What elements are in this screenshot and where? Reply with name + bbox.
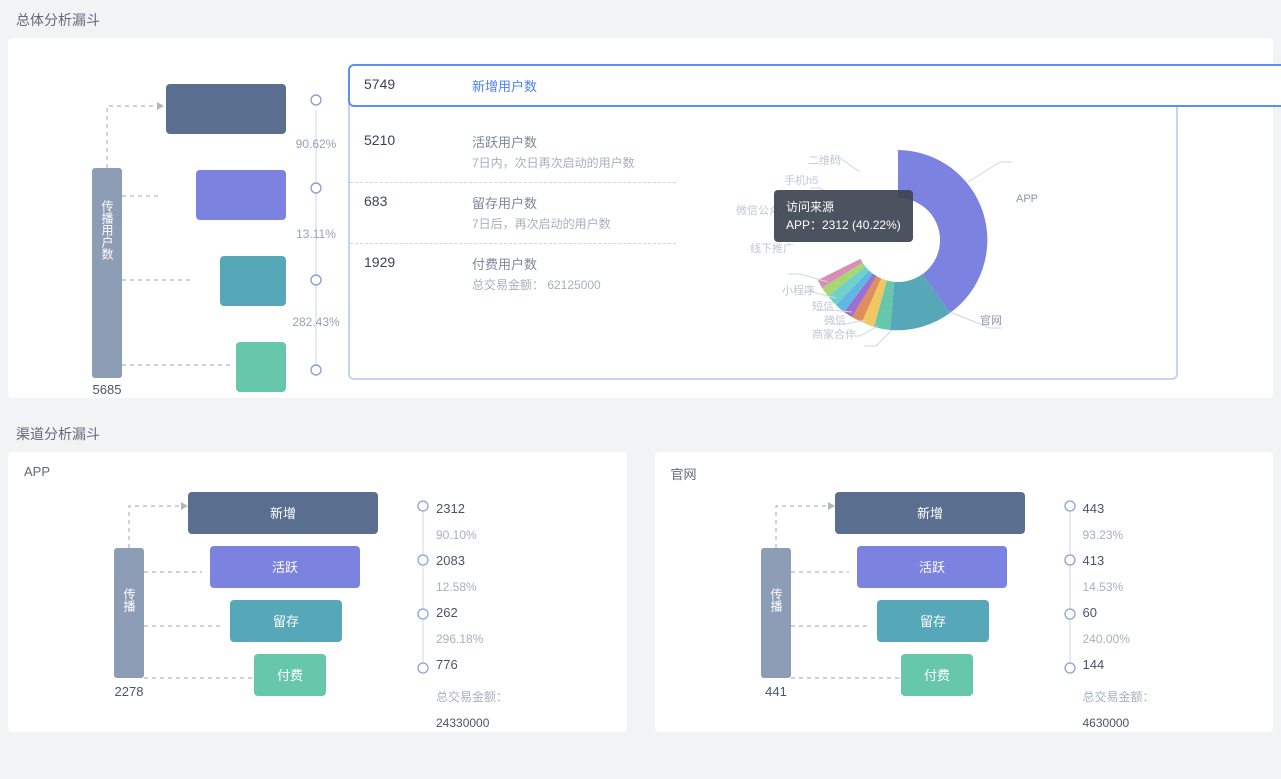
svg-text:90.62%: 90.62% bbox=[296, 137, 337, 151]
channel-card-guanwang: 官网 传播 441 新增 活跃 留存 付费 bbox=[655, 452, 1274, 732]
svg-text:新增: 新增 bbox=[270, 506, 296, 521]
detail-sub: 7日内，次日再次启动的用户数 bbox=[472, 155, 662, 172]
val: 2083 bbox=[436, 548, 508, 574]
detail-row-retained-users[interactable]: 683 留存用户数 7日后，再次启动的用户数 bbox=[350, 183, 676, 244]
svg-text:线下推广: 线下推广 bbox=[750, 241, 794, 255]
section-title-overall: 总体分析漏斗 bbox=[0, 0, 1281, 38]
val: 776 bbox=[436, 652, 508, 678]
channel-values-app: 2312 90.10% 2083 12.58% 262 296.18% 776 … bbox=[436, 496, 508, 736]
val: 144 bbox=[1083, 652, 1155, 678]
svg-text:441: 441 bbox=[765, 684, 787, 699]
svg-text:商家合作: 商家合作 bbox=[812, 327, 856, 341]
svg-text:活跃: 活跃 bbox=[272, 560, 298, 575]
val: 262 bbox=[436, 600, 508, 626]
pie-tooltip: 访问来源 APP：2312 (40.22%) bbox=[774, 190, 913, 242]
svg-text:APP: APP bbox=[1016, 193, 1038, 205]
svg-text:282.43%: 282.43% bbox=[292, 315, 340, 329]
channel-share-pie: 各渠道占比 bbox=[690, 72, 1168, 372]
pct: 14.53% bbox=[1083, 574, 1155, 600]
channel-funnel-app: 传播 2278 新增 活跃 留存 付费 bbox=[68, 492, 408, 712]
svg-text:短信: 短信 bbox=[812, 299, 834, 313]
detail-title: 活跃用户数 bbox=[472, 132, 662, 151]
footer-value: 4630000 bbox=[1083, 710, 1155, 736]
tooltip-title: 访问来源 bbox=[786, 198, 901, 216]
detail-value: 1929 bbox=[364, 254, 472, 294]
val: 413 bbox=[1083, 548, 1155, 574]
footer-label: 总交易金额： bbox=[1083, 690, 1155, 704]
pct: 12.58% bbox=[436, 574, 508, 600]
svg-text:留存: 留存 bbox=[919, 614, 945, 629]
svg-text:13.11%: 13.11% bbox=[296, 227, 336, 241]
detail-value: 683 bbox=[364, 193, 472, 233]
svg-text:留存: 留存 bbox=[273, 614, 299, 629]
svg-text:二维码: 二维码 bbox=[808, 154, 841, 167]
detail-title: 新增用户数 bbox=[472, 76, 1281, 95]
overall-funnel-chart: 传播用户数 5685 90.62% 13.11% 282.43% bbox=[32, 60, 352, 400]
section-title-channels: 渠道分析漏斗 bbox=[0, 414, 1281, 452]
channel-values-guanwang: 443 93.23% 413 14.53% 60 240.00% 144 总交易… bbox=[1083, 496, 1155, 736]
svg-text:微信: 微信 bbox=[824, 313, 846, 327]
val: 2312 bbox=[436, 496, 508, 522]
pct: 296.18% bbox=[436, 626, 508, 652]
svg-text:5685: 5685 bbox=[93, 382, 122, 397]
detail-sub: 总交易金额： 62125000 bbox=[472, 277, 662, 294]
svg-text:活跃: 活跃 bbox=[918, 560, 944, 575]
svg-text:新增: 新增 bbox=[916, 506, 942, 521]
pct: 93.23% bbox=[1083, 522, 1155, 548]
detail-title: 付费用户数 bbox=[472, 254, 662, 273]
channel-card-app: APP 传播 2278 新增 活跃 留存 付费 bbox=[8, 452, 627, 732]
detail-row-new-users[interactable]: 5749 新增用户数 bbox=[348, 64, 1281, 107]
footer-value: 24330000 bbox=[436, 710, 508, 736]
overall-card: 传播用户数 5685 90.62% 13.11% 282.43% 5749 新增… bbox=[8, 38, 1273, 398]
detail-value: 5749 bbox=[364, 76, 472, 95]
val: 443 bbox=[1083, 496, 1155, 522]
val: 60 bbox=[1083, 600, 1155, 626]
detail-row-active-users[interactable]: 5210 活跃用户数 7日内，次日再次启动的用户数 bbox=[350, 122, 676, 183]
tooltip-value: APP：2312 (40.22%) bbox=[786, 216, 901, 234]
svg-text:付费: 付费 bbox=[277, 668, 303, 683]
svg-text:官网: 官网 bbox=[980, 313, 1002, 327]
pct: 90.10% bbox=[436, 522, 508, 548]
detail-title: 留存用户数 bbox=[472, 193, 662, 212]
overall-detail-panel: 5749 新增用户数 5210 活跃用户数 7日内，次日再次启动的用户数 683… bbox=[348, 64, 1178, 380]
svg-text:传播用户数: 传播用户数 bbox=[100, 199, 114, 261]
channel-funnel-guanwang: 传播 441 新增 活跃 留存 付费 bbox=[715, 492, 1055, 712]
svg-text:小程序: 小程序 bbox=[782, 283, 815, 297]
svg-text:2278: 2278 bbox=[115, 684, 144, 699]
svg-text:传播: 传播 bbox=[122, 587, 136, 613]
svg-text:传播: 传播 bbox=[769, 587, 783, 613]
svg-text:付费: 付费 bbox=[923, 668, 949, 683]
detail-row-paying-users[interactable]: 1929 付费用户数 总交易金额： 62125000 bbox=[350, 244, 676, 304]
svg-text:手机h5: 手机h5 bbox=[784, 173, 818, 187]
footer-label: 总交易金额： bbox=[436, 690, 508, 704]
detail-value: 5210 bbox=[364, 132, 472, 172]
channel-name: 官网 bbox=[655, 460, 1274, 489]
detail-sub: 7日后，再次启动的用户数 bbox=[472, 216, 662, 233]
pct: 240.00% bbox=[1083, 626, 1155, 652]
channel-name: APP bbox=[8, 460, 627, 485]
